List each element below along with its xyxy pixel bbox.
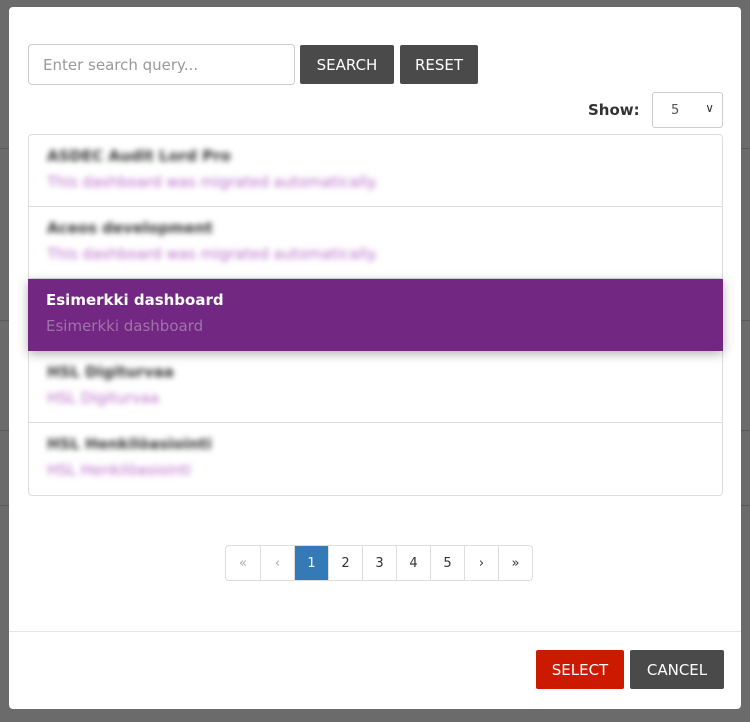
prev-page-button[interactable]: ‹ xyxy=(260,546,294,580)
page-1-button[interactable]: 1 xyxy=(294,546,328,580)
item-title: Esimerkki dashboard xyxy=(46,291,224,309)
footer-divider xyxy=(9,631,741,632)
item-description: HSL Henkilöasiointi xyxy=(47,461,192,479)
page-size-value: 5 xyxy=(671,103,680,118)
cancel-button[interactable]: CANCEL xyxy=(630,650,724,689)
dashboard-list: ASDEC Audit Lord Pro This dashboard was m… xyxy=(28,134,723,496)
page-size-select[interactable]: 5 ∨ xyxy=(652,92,723,128)
page-2-button[interactable]: 2 xyxy=(328,546,362,580)
list-item[interactable]: HSL Digiturvaa HSL Digiturvaa xyxy=(29,351,722,423)
list-item[interactable]: HSL Henkilöasiointi HSL Henkilöasiointi xyxy=(29,423,722,495)
next-page-button[interactable]: › xyxy=(464,546,498,580)
page-4-button[interactable]: 4 xyxy=(396,546,430,580)
reset-button[interactable]: RESET xyxy=(400,45,478,84)
show-label: Show: xyxy=(588,101,640,119)
item-title: HSL Henkilöasiointi xyxy=(47,435,212,453)
dashboard-picker-dialog: SEARCH RESET Show: 5∨ ASDEC Audit Lord P… xyxy=(9,7,741,709)
item-title: Aceos development xyxy=(47,219,213,237)
page-5-button[interactable]: 5 xyxy=(430,546,464,580)
page-3-button[interactable]: 3 xyxy=(362,546,396,580)
item-description: HSL Digiturvaa xyxy=(47,389,160,407)
search-button[interactable]: SEARCH xyxy=(300,45,394,84)
pagination: « ‹ 1 2 3 4 5 › » xyxy=(225,545,533,581)
item-title: ASDEC Audit Lord Pro xyxy=(47,147,231,165)
chevron-down-icon: ∨ xyxy=(705,101,714,115)
list-item[interactable]: Aceos development This dashboard was migr… xyxy=(29,207,722,279)
item-description: This dashboard was migrated automaticall… xyxy=(47,173,379,191)
item-description: Esimerkki dashboard xyxy=(46,317,204,335)
last-page-button[interactable]: » xyxy=(498,546,532,580)
select-button[interactable]: SELECT xyxy=(536,650,624,689)
item-description: This dashboard was migrated automaticall… xyxy=(47,245,379,263)
search-input[interactable] xyxy=(28,44,295,85)
list-item-selected[interactable]: Esimerkki dashboard Esimerkki dashboard xyxy=(28,279,723,351)
item-title: HSL Digiturvaa xyxy=(47,363,174,381)
list-item[interactable]: ASDEC Audit Lord Pro This dashboard was m… xyxy=(29,135,722,207)
first-page-button[interactable]: « xyxy=(226,546,260,580)
